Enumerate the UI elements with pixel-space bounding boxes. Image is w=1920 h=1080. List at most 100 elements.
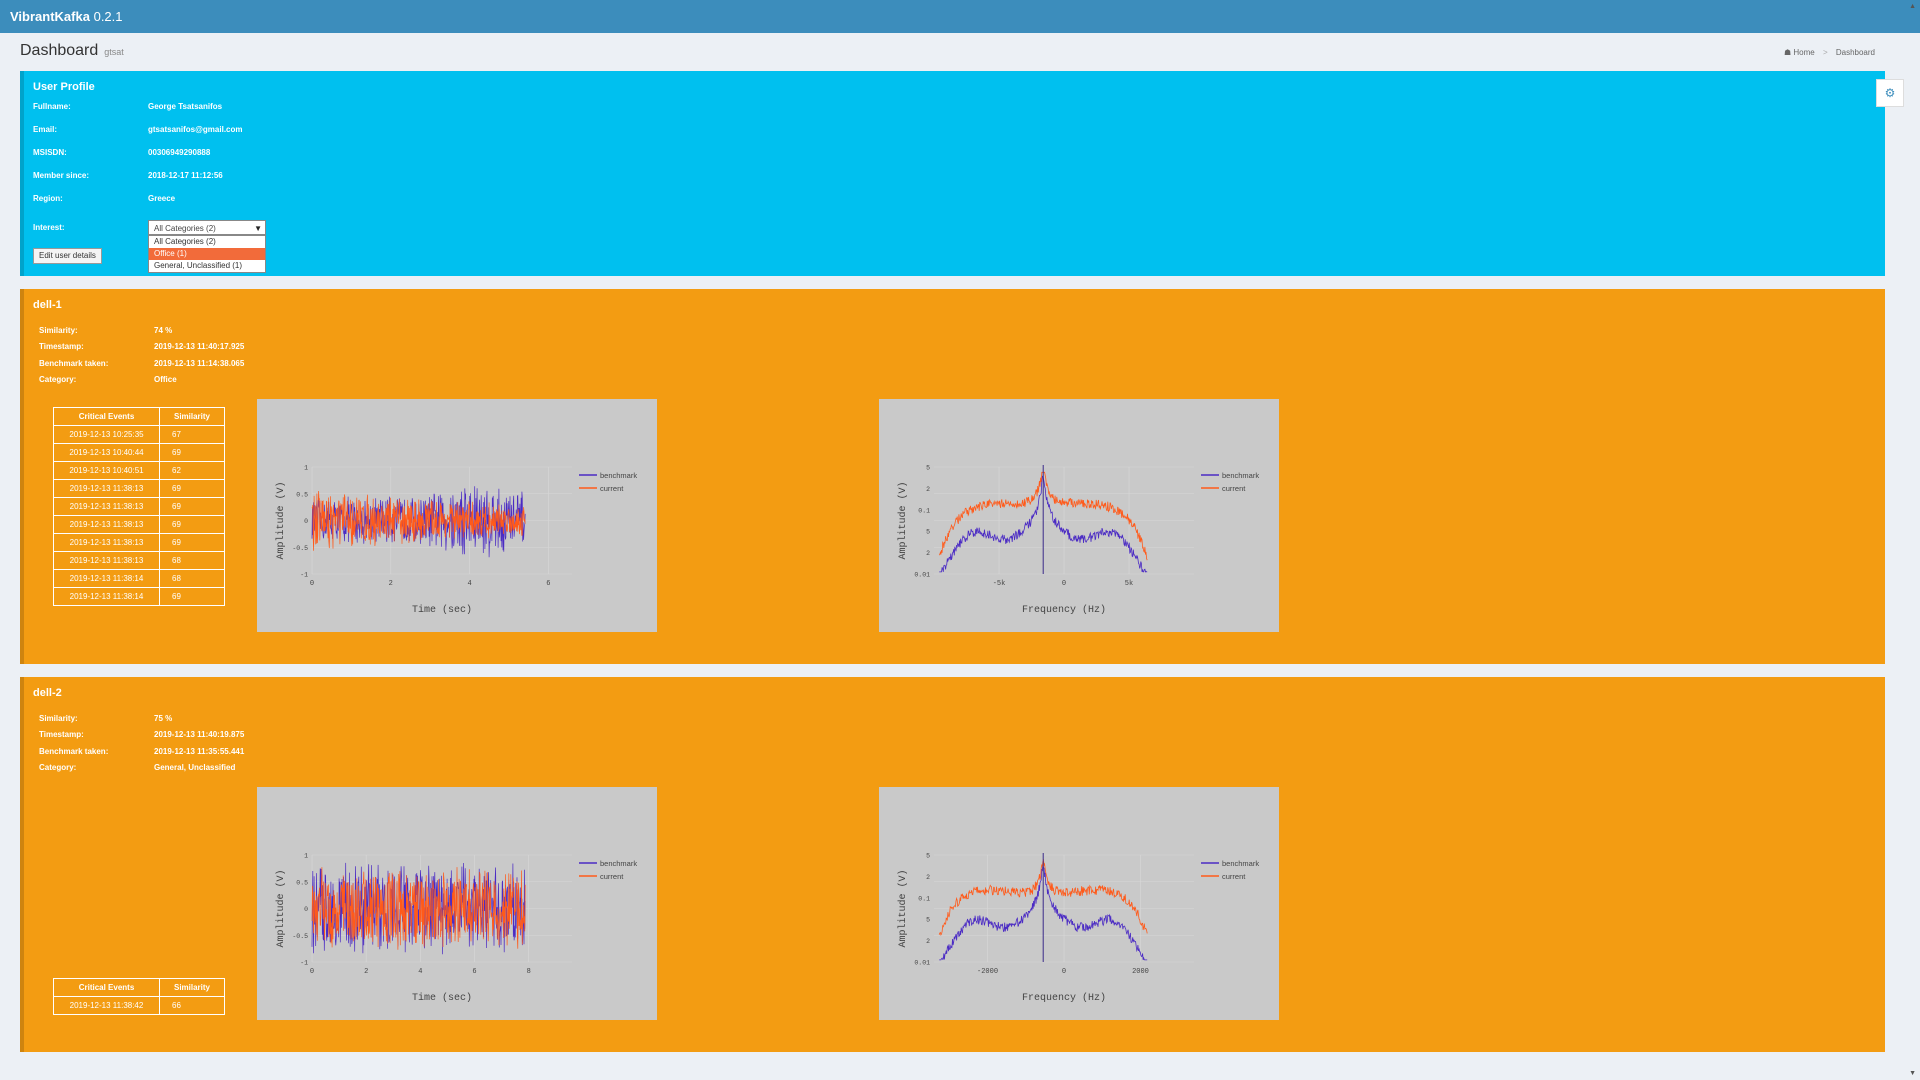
category-value: Office — [154, 375, 177, 384]
col-critical-events: Critical Events — [53, 407, 160, 426]
timestamp-label: Timestamp: — [39, 342, 84, 351]
legend-label-current: current — [1222, 872, 1246, 881]
similarity-value: 74 % — [154, 326, 173, 335]
y-tick-label: 0 — [304, 906, 308, 913]
y-axis-label: Amplitude (V) — [275, 481, 287, 559]
critical-events-table: Critical Events Similarity 2019-12-13 11:… — [53, 978, 225, 1015]
email-value: gtsatsanifos@gmail.com — [148, 125, 243, 134]
machine-title: dell-2 — [33, 687, 62, 699]
x-tick-label: 2 — [389, 580, 393, 588]
interest-option-office[interactable]: Office (1) — [149, 248, 265, 260]
x-tick-label: 2000 — [1132, 968, 1149, 976]
y-tick-label: 0.1 — [918, 895, 930, 902]
x-tick-label: -5k — [993, 580, 1006, 588]
y-tick-label: 5 — [926, 529, 930, 536]
content-wrapper: Dashboard gtsat ☗ Home > Dashboard User P… — [0, 33, 1905, 1080]
interest-option-general[interactable]: General, Unclassified (1) — [149, 260, 265, 272]
y-tick-label: -1 — [300, 572, 308, 579]
benchmark-taken-value: 2019-12-13 11:14:38.065 — [154, 359, 245, 368]
col-similarity: Similarity — [159, 407, 225, 426]
similarity-value: 75 % — [154, 714, 173, 723]
x-tick-label: 0 — [1062, 968, 1066, 976]
x-tick-label: 2 — [364, 968, 368, 976]
col-similarity: Similarity — [159, 978, 225, 997]
y-tick-label: 1 — [304, 853, 308, 860]
benchmark-taken-label: Benchmark taken: — [39, 359, 109, 368]
email-label: Email: — [33, 125, 58, 134]
col-critical-events: Critical Events — [53, 978, 160, 997]
msisdn-value: 00306949290888 — [148, 148, 211, 157]
x-tick-label: -2000 — [977, 968, 998, 976]
table-row: 2019-12-13 10:40:44 69 — [53, 443, 225, 462]
table-row: 2019-12-13 11:38:13 69 — [53, 479, 225, 498]
x-tick-label: 8 — [527, 968, 531, 976]
table-row: 2019-12-13 11:38:13 69 — [53, 515, 225, 534]
legend-label-benchmark: benchmark — [600, 471, 637, 480]
frequency-chart-dell-1[interactable]: 5 2 0.1 5 2 0.01 -5k 0 5k Frequency (Hz) Amplitude… — [879, 399, 1279, 632]
fullname-value: George Tsatsanifos — [148, 102, 223, 111]
x-axis-label: Time (sec) — [412, 992, 472, 1004]
legend-label-current: current — [600, 484, 624, 493]
timestamp-label: Timestamp: — [39, 730, 84, 739]
legend-label-benchmark: benchmark — [600, 859, 637, 868]
benchmark-taken-label: Benchmark taken: — [39, 747, 109, 756]
table-row: 2019-12-13 11:38:14 68 — [53, 569, 225, 588]
interest-dropdown: All Categories (2) Office (1) General, U… — [148, 235, 266, 273]
y-tick-label: 2 — [926, 486, 930, 493]
x-tick-label: 0 — [1062, 580, 1066, 588]
y-axis-label: Amplitude (V) — [897, 869, 909, 947]
brand-logo[interactable]: VibrantKafka 0.2.1 — [10, 9, 123, 24]
y-tick-label: 0 — [304, 518, 308, 525]
interest-label: Interest: — [33, 223, 65, 232]
gear-icon[interactable]: ⚙ — [1876, 79, 1904, 107]
y-tick-label: 2 — [926, 938, 930, 945]
frequency-chart-dell-2[interactable]: 5 2 0.1 5 2 0.01 -2000 0 2000 Frequency (Hz) Ampli… — [879, 787, 1279, 1020]
interest-select[interactable]: All Categories (2) ▼ — [148, 220, 266, 235]
x-axis-label: Frequency (Hz) — [1022, 604, 1106, 616]
table-row: 2019-12-13 10:40:51 62 — [53, 461, 225, 480]
y-tick-label: 0.01 — [914, 960, 930, 967]
y-tick-label: 5 — [926, 853, 930, 860]
region-value: Greece — [148, 194, 176, 203]
scroll-up-icon[interactable]: ▲ — [1909, 3, 1916, 10]
table-row: 2019-12-13 11:38:42 66 — [53, 996, 225, 1015]
table-row: 2019-12-13 11:38:13 69 — [53, 497, 225, 516]
top-navbar: VibrantKafka 0.2.1 — [0, 0, 1920, 33]
x-tick-label: 0 — [310, 968, 314, 976]
time-domain-chart-dell-1[interactable]: 1 0.5 0 -0.5 -1 0 2 4 6 Time (sec) Amplitude (V) be… — [257, 399, 657, 632]
legend-label-benchmark: benchmark — [1222, 859, 1259, 868]
y-tick-label: 5 — [926, 917, 930, 924]
y-tick-label: 0.5 — [296, 879, 308, 886]
y-tick-label: 2 — [926, 550, 930, 557]
y-tick-label: 0.5 — [296, 491, 308, 498]
table-row: 2019-12-13 11:38:14 69 — [53, 587, 225, 606]
x-tick-label: 6 — [546, 580, 550, 588]
user-profile-panel: User Profile Fullname: George Tsatsanifo… — [20, 71, 1885, 276]
page-title: Dashboard gtsat — [20, 42, 124, 59]
similarity-label: Similarity: — [39, 326, 78, 335]
edit-user-details-button[interactable]: Edit user details — [33, 248, 102, 264]
breadcrumb-current: Dashboard — [1835, 48, 1875, 57]
home-icon: ☗ — [1783, 48, 1792, 57]
x-tick-label: 0 — [310, 580, 314, 588]
breadcrumb-home[interactable]: Home — [1793, 48, 1814, 57]
x-tick-label: 6 — [472, 968, 476, 976]
y-tick-label: 1 — [304, 465, 308, 472]
scroll-down-icon[interactable]: ▼ — [1909, 1070, 1916, 1077]
y-axis-label: Amplitude (V) — [897, 481, 909, 559]
page-subtitle: gtsat — [104, 47, 124, 57]
y-tick-label: -1 — [300, 960, 308, 967]
legend-label-current: current — [600, 872, 624, 881]
machine-panel-dell-1: dell-1 Similarity: 74 % Timestamp: 2019-… — [20, 289, 1885, 664]
interest-option-all[interactable]: All Categories (2) — [149, 236, 265, 248]
table-row: 2019-12-13 11:38:13 69 — [53, 533, 225, 552]
legend-label-current: current — [1222, 484, 1246, 493]
member-since-label: Member since: — [33, 171, 90, 180]
timestamp-value: 2019-12-13 11:40:17.925 — [154, 342, 245, 351]
category-value: General, Unclassified — [154, 763, 236, 772]
timestamp-value: 2019-12-13 11:40:19.875 — [154, 730, 245, 739]
time-domain-chart-dell-2[interactable]: 1 0.5 0 -0.5 -1 0 2 4 6 8 Time (sec) Amplitude (V) b… — [257, 787, 657, 1020]
x-tick-label: 4 — [418, 968, 422, 976]
y-tick-label: -0.5 — [292, 545, 308, 552]
profile-title: User Profile — [33, 81, 95, 93]
